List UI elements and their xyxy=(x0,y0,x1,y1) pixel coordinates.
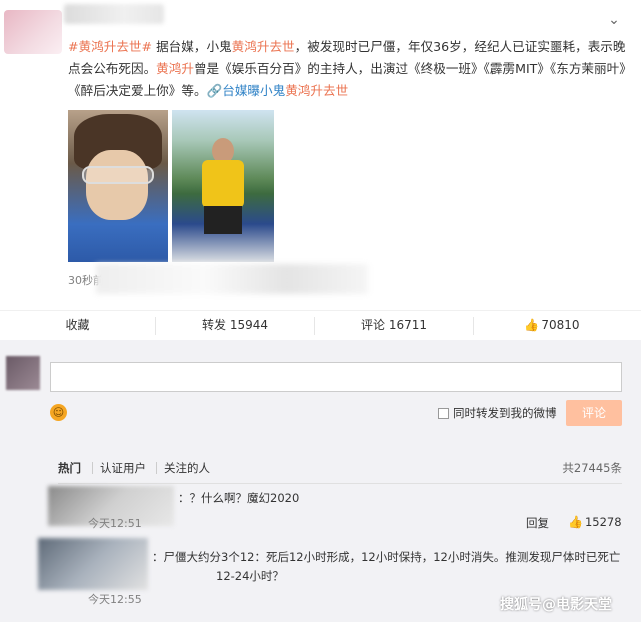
collect-button[interactable]: 收藏 xyxy=(0,311,155,341)
post-photos xyxy=(68,110,274,262)
action-bar: 收藏 转发 15944 评论 16711 👍 70810 xyxy=(0,310,641,340)
photo-jersey xyxy=(202,160,244,208)
photo-stadium[interactable] xyxy=(172,110,274,262)
like-count: 70810 xyxy=(541,318,580,332)
comment-time: 今天12:51 xyxy=(88,517,142,530)
keyword-highlight: 黄鸿升去世 xyxy=(231,39,295,54)
photo-face xyxy=(86,150,148,220)
photo-glasses xyxy=(82,166,154,184)
reply-button[interactable]: 回复 xyxy=(526,515,549,531)
thumbs-up-icon: 👍 xyxy=(568,515,583,529)
repost-label: 转发 xyxy=(201,318,226,332)
comment-like-button[interactable]: 👍 15278 xyxy=(568,515,622,529)
collect-label: 收藏 xyxy=(65,318,90,332)
comment-like-count: 15278 xyxy=(584,515,622,529)
filter-following[interactable]: 关注的人 xyxy=(164,460,210,476)
comment-section: ☺ 同时转发到我的微博 评论 热门 认证用户 关注的人 共27445条 ：？什么… xyxy=(0,340,641,622)
post-body-text: #黄鸿升去世# 据台媒，小鬼黄鸿升去世，被发现时已尸僵，年仅36岁，经纪人已证实… xyxy=(68,36,628,102)
smiley-icon[interactable]: ☺ xyxy=(50,404,67,421)
repost-checkbox-label: 同时转发到我的微博 xyxy=(453,406,557,420)
watermark-text: 搜狐号@电影天堂 xyxy=(500,597,612,613)
link-icon: 🔗 xyxy=(206,83,223,98)
comment-avatar-blurred[interactable] xyxy=(38,538,148,590)
comment-label: 评论 xyxy=(360,318,385,332)
comment-input[interactable] xyxy=(50,362,622,392)
like-button[interactable]: 👍 70810 xyxy=(474,311,630,341)
repost-checkbox[interactable] xyxy=(438,408,449,419)
related-link[interactable]: 🔗台媒曝小鬼黄鸿升去世 xyxy=(207,83,349,98)
post-author-name-blurred[interactable] xyxy=(64,4,164,24)
comment-count: 16711 xyxy=(388,318,428,332)
photo-selfie[interactable] xyxy=(68,110,168,262)
repost-button[interactable]: 转发 15944 xyxy=(156,311,314,341)
comment-filter-row: 热门 认证用户 关注的人 共27445条 xyxy=(58,454,622,484)
comment-time: 今天12:55 xyxy=(88,593,142,606)
comment-total: 共27445条 xyxy=(562,461,622,475)
post-source-blurred xyxy=(96,264,368,294)
comment-button[interactable]: 评论 16711 xyxy=(315,311,473,341)
current-user-avatar xyxy=(6,356,40,390)
weibo-post: ⌄ #黄鸿升去世# 据台媒，小鬼黄鸿升去世，被发现时已尸僵，年仅36岁，经纪人已… xyxy=(0,0,641,310)
hashtag-link[interactable]: #黄鸿升去世# xyxy=(68,39,152,54)
divider xyxy=(156,462,157,474)
filter-verified[interactable]: 认证用户 xyxy=(100,460,146,476)
post-author-avatar[interactable] xyxy=(4,10,62,54)
link-text: 台媒曝小鬼 xyxy=(222,83,286,98)
post-text-segment: 据台媒，小鬼 xyxy=(152,39,232,54)
submit-comment-button[interactable]: 评论 xyxy=(566,400,622,426)
repost-count: 15944 xyxy=(229,318,269,332)
thumbs-up-icon: 👍 xyxy=(524,318,540,332)
photo-shorts xyxy=(204,206,242,234)
chevron-down-icon[interactable]: ⌄ xyxy=(606,12,622,28)
keyword-highlight: 黄鸿升 xyxy=(156,61,194,76)
divider xyxy=(92,462,93,474)
comment-text: ：尸僵大约分3个12：死后12小时形成，12小时保持，12小时消失。推测发现尸体… xyxy=(152,550,621,583)
link-keyword: 黄鸿升去世 xyxy=(285,83,349,98)
comment-text: ：？什么啊？魔幻2020 xyxy=(178,491,300,505)
filter-hot[interactable]: 热门 xyxy=(58,460,81,476)
